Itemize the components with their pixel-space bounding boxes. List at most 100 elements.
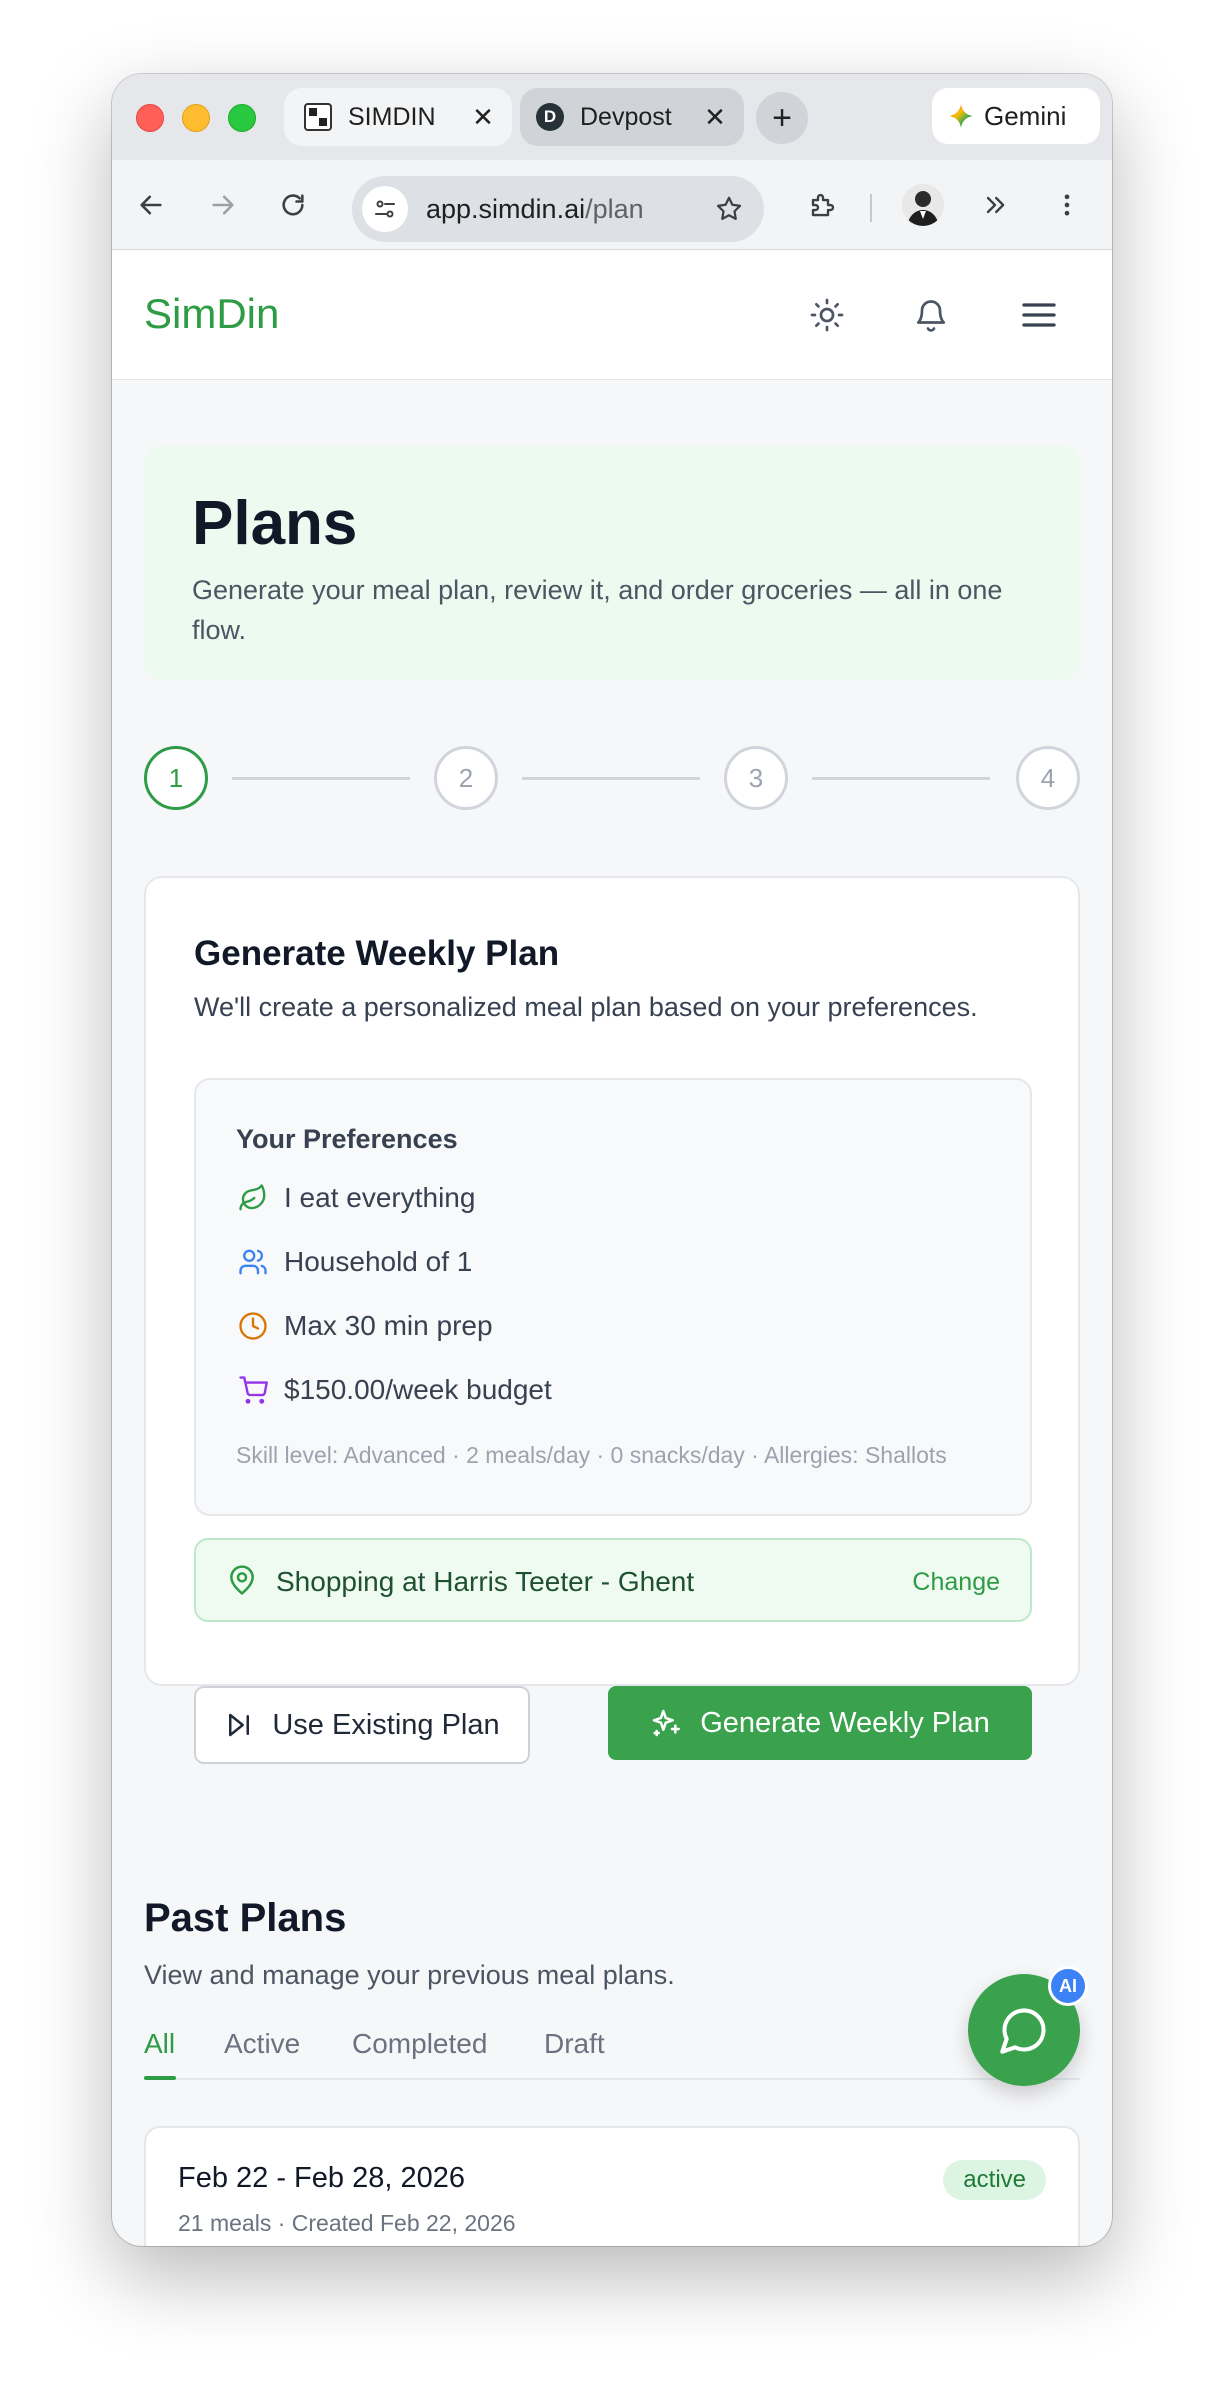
use-existing-plan-button[interactable]: Use Existing Plan	[194, 1686, 530, 1764]
map-pin-icon	[226, 1564, 258, 1601]
preference-label: I eat everything	[284, 1182, 476, 1213]
progress-stepper: 1 2 3 4	[144, 746, 1080, 810]
simdin-favicon-icon	[304, 103, 332, 131]
arrow-left-icon	[140, 195, 162, 215]
page-subtitle: Generate your meal plan, review it, and …	[192, 575, 1003, 645]
step-connector	[812, 777, 990, 780]
preference-label: $150.00/week budget	[284, 1374, 552, 1405]
back-button[interactable]	[130, 184, 172, 226]
past-plans-title: Past Plans	[144, 1896, 347, 1940]
app-logo[interactable]: SimDin	[144, 290, 279, 338]
theme-toggle-button[interactable]	[802, 290, 852, 340]
close-window-button[interactable]	[136, 104, 164, 132]
menu-button[interactable]	[1014, 290, 1064, 340]
browser-window: SIMDIN ✕ D Devpost ✕ + Gemini app.simdin…	[112, 74, 1112, 2246]
generate-weekly-plan-button[interactable]: Generate Weekly Plan	[608, 1686, 1032, 1760]
preference-prep-time: Max 30 min prep	[236, 1306, 493, 1346]
preference-diet: I eat everything	[236, 1178, 475, 1218]
store-label: Shopping at Harris Teeter - Ghent	[276, 1566, 695, 1597]
tab-all[interactable]: All	[144, 2028, 175, 2060]
extensions-button[interactable]	[802, 184, 844, 226]
puzzle-icon	[811, 193, 835, 217]
plan-info: 21 meals · Created Feb 22, 2026	[178, 2210, 516, 2236]
status-badge: active	[943, 2160, 1046, 2200]
change-store-link[interactable]: Change	[912, 1568, 1000, 1597]
site-info-button[interactable]	[362, 186, 408, 232]
tab-active[interactable]: Active	[224, 2028, 300, 2060]
ai-badge: AI	[1048, 1966, 1088, 2006]
step-3[interactable]: 3	[724, 746, 788, 810]
reload-icon	[282, 194, 304, 216]
step-connector	[522, 777, 700, 780]
preferences-title: Your Preferences	[236, 1124, 458, 1154]
cart-icon	[236, 1373, 270, 1407]
profile-avatar[interactable]	[902, 184, 944, 226]
arrow-right-icon	[212, 195, 234, 215]
preference-household: Household of 1	[236, 1242, 472, 1282]
skip-forward-icon	[229, 1713, 250, 1737]
step-2[interactable]: 2	[434, 746, 498, 810]
double-chevron-right-icon	[986, 196, 1005, 214]
plan-date-range: Feb 22 - Feb 28, 2026	[178, 2162, 465, 2194]
tab-title: Devpost	[580, 102, 672, 131]
reload-button[interactable]	[272, 184, 314, 226]
tab-bar: SIMDIN ✕ D Devpost ✕ + Gemini	[112, 74, 1112, 160]
minimize-window-button[interactable]	[182, 104, 210, 132]
url-host: app.simdin.ai	[426, 193, 586, 224]
card-subtitle: We'll create a personalized meal plan ba…	[194, 992, 978, 1022]
plans-hero: Plans Generate your meal plan, review it…	[144, 446, 1080, 680]
step-4[interactable]: 4	[1016, 746, 1080, 810]
tune-icon	[375, 200, 395, 218]
past-plans-subtitle: View and manage your previous meal plans…	[144, 1960, 675, 1990]
notifications-button[interactable]	[906, 290, 956, 340]
tab-completed[interactable]: Completed	[352, 2028, 487, 2060]
tab-draft[interactable]: Draft	[544, 2028, 605, 2060]
gemini-sparkle-icon	[949, 104, 973, 128]
tab-simdin[interactable]: SIMDIN ✕	[284, 88, 512, 146]
tab-title: SIMDIN	[348, 102, 436, 131]
preferences-panel: Your Preferences I eat everything Househ…	[194, 1078, 1032, 1516]
users-icon	[236, 1245, 270, 1279]
chat-bubble-icon	[1000, 2008, 1046, 2054]
menu-icon	[1022, 303, 1056, 327]
tab-devpost[interactable]: D Devpost ✕	[520, 88, 744, 146]
preference-budget: $150.00/week budget	[236, 1370, 552, 1410]
url-text: app.simdin.ai/plan	[426, 194, 644, 225]
star-icon	[716, 196, 742, 220]
card-title: Generate Weekly Plan	[194, 934, 560, 973]
step-connector	[232, 777, 410, 780]
step-1[interactable]: 1	[144, 746, 208, 810]
sun-icon	[810, 298, 844, 332]
more-tools-button[interactable]	[974, 184, 1016, 226]
past-plans-tabs: All Active Completed Draft	[144, 2010, 1080, 2080]
preference-label: Max 30 min prep	[284, 1310, 493, 1341]
maximize-window-button[interactable]	[228, 104, 256, 132]
preference-label: Household of 1	[284, 1246, 473, 1277]
devpost-favicon-icon: D	[536, 103, 564, 131]
generate-plan-card: Generate Weekly Plan We'll create a pers…	[144, 876, 1080, 1764]
toolbar-divider	[870, 194, 872, 222]
gemini-button[interactable]: Gemini	[932, 88, 1100, 144]
gemini-label: Gemini	[984, 100, 1067, 131]
url-path: /plan	[585, 193, 644, 224]
use-existing-plan-label: Use Existing Plan	[272, 1708, 500, 1741]
preferences-meta: Skill level: Advanced · 2 meals/day · 0 …	[236, 1442, 947, 1468]
browser-menu-button[interactable]	[1046, 184, 1088, 226]
leaf-icon	[236, 1181, 270, 1215]
clock-icon	[236, 1309, 270, 1343]
past-plan-item[interactable]: Feb 22 - Feb 28, 2026 21 meals · Created…	[144, 2126, 1080, 2246]
active-tab-indicator	[144, 2076, 176, 2080]
close-tab-icon[interactable]: ✕	[468, 102, 498, 133]
new-tab-button[interactable]: +	[756, 92, 808, 144]
close-tab-icon[interactable]: ✕	[700, 102, 730, 133]
store-banner: Shopping at Harris Teeter - Ghent Change	[194, 1538, 1032, 1622]
avatar-icon	[902, 184, 944, 226]
forward-button[interactable]	[202, 184, 244, 226]
kebab-menu-icon	[1064, 194, 1070, 216]
browser-toolbar: app.simdin.ai/plan	[112, 160, 1112, 250]
app-header: SimDin	[112, 250, 1112, 380]
bell-icon	[916, 300, 946, 332]
sparkles-icon	[652, 1709, 681, 1737]
bookmark-button[interactable]	[714, 194, 744, 229]
address-bar[interactable]: app.simdin.ai/plan	[352, 176, 764, 242]
